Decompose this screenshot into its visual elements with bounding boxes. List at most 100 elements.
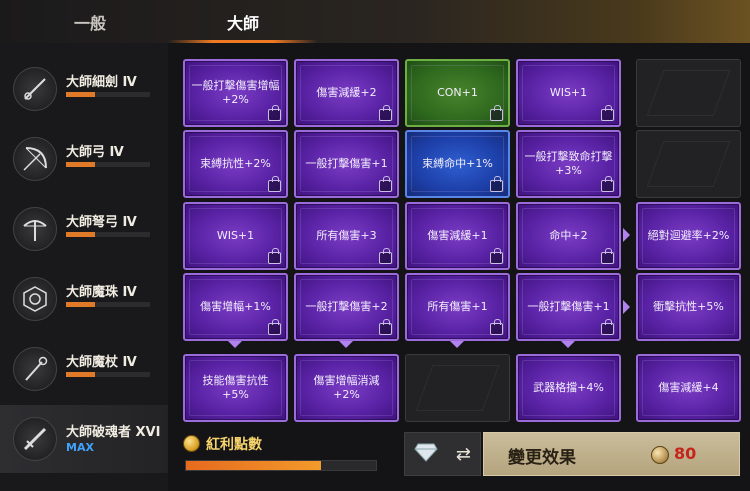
mastery-progress-bar	[66, 302, 150, 307]
lock-icon	[601, 105, 614, 121]
mastery-node[interactable]: 一般打擊傷害增幅+2%	[183, 59, 288, 127]
mastery-node[interactable]: WIS+1	[516, 59, 621, 127]
mastery-node[interactable]: CON+1	[405, 59, 510, 127]
mastery-node[interactable]: 武器格擋+4%	[516, 354, 621, 422]
sidebar-item-label: 大師弓 Ⅳ	[66, 145, 124, 160]
lock-icon	[490, 319, 503, 335]
bow-icon	[13, 137, 57, 181]
mastery-node[interactable]: 衝擊抗性+5%	[636, 273, 741, 341]
mastery-node-label: 技能傷害抗性+5%	[202, 374, 269, 401]
change-effect-button[interactable]: 變更效果 80	[483, 432, 740, 476]
connector-arrow-icon	[339, 341, 353, 348]
lock-icon	[379, 248, 392, 264]
mastery-node-label: 武器格擋+4%	[533, 381, 604, 394]
rapier-icon	[13, 67, 57, 111]
mastery-node-label: 一般打擊傷害增幅+2%	[191, 79, 280, 106]
tab-bar: 一般 大師	[0, 0, 750, 43]
empty-slot	[636, 130, 741, 198]
change-effect-cost: 80	[674, 444, 697, 463]
connector-arrow-icon	[623, 228, 630, 242]
connector-arrow-icon	[623, 300, 630, 314]
sidebar-item-label: 大師魔杖 Ⅳ	[66, 355, 137, 370]
staff-icon	[13, 347, 57, 391]
mastery-node-label: WIS+1	[216, 229, 255, 242]
mastery-node[interactable]: 傷害減緩+4	[636, 354, 741, 422]
mastery-node-label: 所有傷害+1	[427, 300, 488, 313]
sidebar-item-label: 大師破魂者 XVI	[66, 425, 161, 440]
mastery-node-label: 一般打擊傷害+1	[527, 300, 610, 313]
mastery-node[interactable]: 所有傷害+1	[405, 273, 510, 341]
mastery-node-label: 傷害增幅+1%	[200, 300, 271, 313]
connector-arrow-icon	[561, 341, 575, 348]
mastery-node[interactable]: 一般打擊傷害+1	[516, 273, 621, 341]
bonus-points: 紅利點數	[180, 432, 380, 477]
sidebar-item-orb[interactable]: 大師魔珠 Ⅳ	[0, 265, 168, 333]
tab-general[interactable]: 一般	[15, 0, 165, 43]
lock-icon	[379, 105, 392, 121]
mastery-node[interactable]: 一般打擊致命打擊+3%	[516, 130, 621, 198]
mastery-node-label: 一般打擊傷害+2	[305, 300, 388, 313]
lock-icon	[268, 105, 281, 121]
mastery-progress-bar	[66, 92, 150, 97]
mastery-node-label: 傷害減緩+2	[316, 86, 377, 99]
mastery-node-label: 傷害減緩+4	[658, 381, 719, 394]
mastery-node[interactable]: 絕對迴避率+2%	[636, 202, 741, 270]
sidebar-item-staff[interactable]: 大師魔杖 Ⅳ	[0, 335, 168, 403]
mastery-node[interactable]: 一般打擊傷害+2	[294, 273, 399, 341]
tab-master[interactable]: 大師	[168, 0, 318, 43]
lock-icon	[601, 176, 614, 192]
mastery-node-label: 傷害減緩+1	[427, 229, 488, 242]
lock-icon	[490, 176, 503, 192]
lock-icon	[268, 176, 281, 192]
mastery-node[interactable]: 束縛抗性+2%	[183, 130, 288, 198]
lock-icon	[268, 319, 281, 335]
mastery-node-label: 絕對迴避率+2%	[647, 229, 730, 242]
mastery-node-label: 一般打擊傷害+1	[305, 157, 388, 170]
mastery-node[interactable]: 命中+2	[516, 202, 621, 270]
mastery-node[interactable]: 束縛命中+1%	[405, 130, 510, 198]
mastery-node-label: WIS+1	[549, 86, 588, 99]
coin-icon	[183, 435, 200, 452]
gold-coin-icon	[651, 446, 669, 464]
diamond-icon	[414, 442, 438, 466]
mastery-node[interactable]: WIS+1	[183, 202, 288, 270]
change-effect-label: 變更效果	[508, 448, 576, 468]
mastery-node[interactable]: 所有傷害+3	[294, 202, 399, 270]
lock-icon	[268, 248, 281, 264]
mastery-node[interactable]: 傷害增幅+1%	[183, 273, 288, 341]
connector-arrow-icon	[450, 341, 464, 348]
mastery-node-label: 傷害增幅消減+2%	[313, 374, 380, 401]
swap-icon[interactable]: ⇄	[456, 444, 471, 465]
mastery-progress-bar	[66, 372, 150, 377]
mastery-node-label: 束縛抗性+2%	[200, 157, 271, 170]
sidebar-item-soulbreaker[interactable]: 大師破魂者 XVI MAX	[0, 405, 168, 473]
mastery-node[interactable]: 一般打擊傷害+1	[294, 130, 399, 198]
mastery-node[interactable]: 技能傷害抗性+5%	[183, 354, 288, 422]
lock-icon	[490, 105, 503, 121]
lock-icon	[601, 319, 614, 335]
crossbow-icon	[13, 207, 57, 251]
mastery-node[interactable]: 傷害減緩+1	[405, 202, 510, 270]
mastery-node-label: 一般打擊致命打擊+3%	[524, 150, 613, 177]
sidebar-item-rapier[interactable]: 大師細劍 Ⅳ	[0, 55, 168, 123]
orb-icon	[13, 277, 57, 321]
sidebar-item-crossbow[interactable]: 大師弩弓 Ⅳ	[0, 195, 168, 263]
mastery-node[interactable]: 傷害增幅消減+2%	[294, 354, 399, 422]
connector-arrow-icon	[228, 341, 242, 348]
lock-icon	[601, 248, 614, 264]
mastery-node-label: 命中+2	[549, 229, 588, 242]
bonus-points-label: 紅利點數	[206, 437, 262, 453]
empty-slot	[636, 59, 741, 127]
mastery-progress-bar	[66, 162, 150, 167]
mastery-node-label: CON+1	[437, 86, 478, 99]
mastery-node-label: 衝擊抗性+5%	[653, 300, 724, 313]
currency-toggle[interactable]: ⇄	[404, 432, 481, 476]
empty-slot	[405, 354, 510, 422]
mastery-node-label: 所有傷害+3	[316, 229, 377, 242]
mastery-node[interactable]: 傷害減緩+2	[294, 59, 399, 127]
lock-icon	[490, 248, 503, 264]
sidebar-item-bow[interactable]: 大師弓 Ⅳ	[0, 125, 168, 193]
sidebar-item-label: 大師細劍 Ⅳ	[66, 75, 137, 90]
max-badge: MAX	[66, 441, 94, 454]
sidebar: 大師細劍 Ⅳ 大師弓 Ⅳ 大師弩弓 Ⅳ 大師魔珠 Ⅳ 大師魔杖 Ⅳ 大師破魂者	[0, 43, 168, 491]
